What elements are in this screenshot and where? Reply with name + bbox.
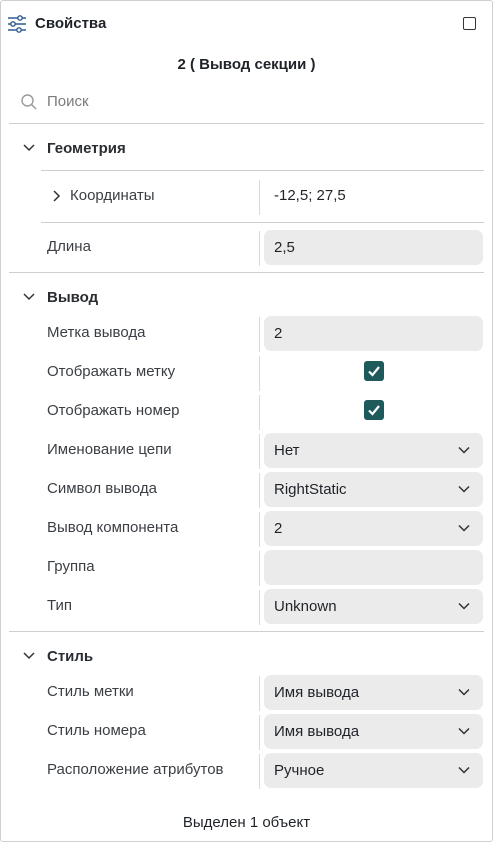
column-separator	[259, 317, 260, 352]
show-label-checkbox[interactable]	[364, 361, 384, 381]
column-separator	[259, 180, 260, 215]
column-separator	[259, 551, 260, 586]
chevron-down-icon	[458, 602, 470, 610]
number-style-label: Стиль номера	[47, 722, 146, 739]
label-style-value: Имя вывода	[274, 684, 360, 701]
chevron-down-icon	[458, 727, 470, 735]
row-length: Длина 2,5	[1, 229, 492, 266]
pin-symbol-value: RightStatic	[274, 481, 347, 498]
chevron-down-icon	[458, 485, 470, 493]
component-pin-select[interactable]: 2	[264, 511, 483, 546]
row-group: Группа	[1, 549, 492, 586]
chevron-down-icon	[458, 766, 470, 774]
column-separator	[259, 395, 260, 430]
chevron-down-icon	[458, 524, 470, 532]
search-bar	[1, 87, 492, 117]
row-show-number: Отображать номер	[1, 393, 492, 430]
length-label: Длина	[47, 238, 91, 255]
pin-label-label: Метка вывода	[47, 324, 146, 341]
column-separator	[259, 512, 260, 547]
check-icon	[368, 405, 380, 416]
length-value: 2,5	[274, 239, 295, 256]
component-pin-value: 2	[274, 520, 283, 537]
column-separator	[259, 356, 260, 391]
net-naming-value: Нет	[274, 442, 300, 459]
divider	[9, 631, 484, 632]
group-style-header[interactable]: Стиль	[1, 645, 492, 669]
sliders-icon[interactable]	[7, 14, 27, 34]
row-net-naming: Именование цепи Нет	[1, 432, 492, 469]
attr-placement-value: Ручное	[274, 762, 325, 779]
row-type: Тип Unknown	[1, 588, 492, 625]
selection-status: Выделен 1 объект	[182, 814, 311, 831]
row-coordinates: Координаты -12,5; 27,5	[1, 178, 492, 215]
chevron-down-icon	[458, 446, 470, 454]
divider	[41, 222, 484, 223]
maximize-square-icon[interactable]	[463, 17, 476, 30]
pin-symbol-select[interactable]: RightStatic	[264, 472, 483, 507]
check-icon	[368, 366, 380, 377]
panel-header: Свойства	[1, 1, 492, 47]
column-separator	[259, 473, 260, 508]
type-value: Unknown	[274, 598, 337, 615]
column-separator	[259, 754, 260, 789]
pin-label-value: 2	[274, 325, 283, 342]
search-icon	[21, 94, 37, 110]
chevron-down-icon	[23, 652, 35, 660]
chevron-down-icon	[23, 144, 35, 152]
row-label-style: Стиль метки Имя вывода	[1, 674, 492, 711]
panel-title: Свойства	[35, 15, 107, 32]
column-separator	[259, 434, 260, 469]
row-number-style: Стиль номера Имя вывода	[1, 713, 492, 750]
row-pin-label: Метка вывода 2	[1, 315, 492, 352]
label-style-label: Стиль метки	[47, 683, 134, 700]
group-geometry-title: Геометрия	[47, 140, 126, 157]
type-select[interactable]: Unknown	[264, 589, 483, 624]
pin-symbol-label: Символ вывода	[47, 480, 157, 497]
row-attr-placement: Расположение атрибутов Ручное	[1, 752, 492, 789]
length-field[interactable]: 2,5	[264, 230, 483, 265]
label-style-select[interactable]: Имя вывода	[264, 675, 483, 710]
attr-placement-select[interactable]: Ручное	[264, 753, 483, 788]
search-input[interactable]	[47, 89, 467, 113]
coordinates-value: -12,5; 27,5	[274, 187, 346, 204]
row-show-label: Отображать метку	[1, 354, 492, 391]
coordinates-label: Координаты	[70, 187, 155, 204]
show-label-label: Отображать метку	[47, 363, 176, 380]
type-label: Тип	[47, 597, 73, 614]
properties-panel: Свойства 2 ( Вывод секции ) Геометрия Ко…	[0, 0, 493, 842]
group-geometry-header[interactable]: Геометрия	[1, 137, 492, 161]
group-pin-header[interactable]: Вывод	[1, 286, 492, 310]
chevron-down-icon	[23, 293, 35, 301]
row-component-pin: Вывод компонента 2	[1, 510, 492, 547]
group-style-title: Стиль	[47, 648, 94, 665]
row-pin-symbol: Символ вывода RightStatic	[1, 471, 492, 508]
show-number-label: Отображать номер	[47, 402, 180, 419]
group-pin-title: Вывод	[47, 289, 99, 306]
divider	[41, 170, 484, 171]
net-naming-select[interactable]: Нет	[264, 433, 483, 468]
divider	[9, 272, 484, 273]
attr-placement-label: Расположение атрибутов	[47, 761, 224, 778]
number-style-value: Имя вывода	[274, 723, 360, 740]
group-label: Группа	[47, 558, 95, 575]
net-naming-label: Именование цепи	[47, 441, 172, 458]
column-separator	[259, 715, 260, 750]
group-field[interactable]	[264, 550, 483, 585]
chevron-right-icon[interactable]	[51, 190, 63, 202]
column-separator	[259, 590, 260, 625]
pin-label-field[interactable]: 2	[264, 316, 483, 351]
show-number-checkbox[interactable]	[364, 400, 384, 420]
divider	[9, 123, 484, 124]
column-separator	[259, 676, 260, 711]
chevron-down-icon	[458, 688, 470, 696]
number-style-select[interactable]: Имя вывода	[264, 714, 483, 749]
selection-title: 2 ( Вывод секции )	[177, 56, 316, 73]
column-separator	[259, 231, 260, 266]
component-pin-label: Вывод компонента	[47, 519, 179, 536]
